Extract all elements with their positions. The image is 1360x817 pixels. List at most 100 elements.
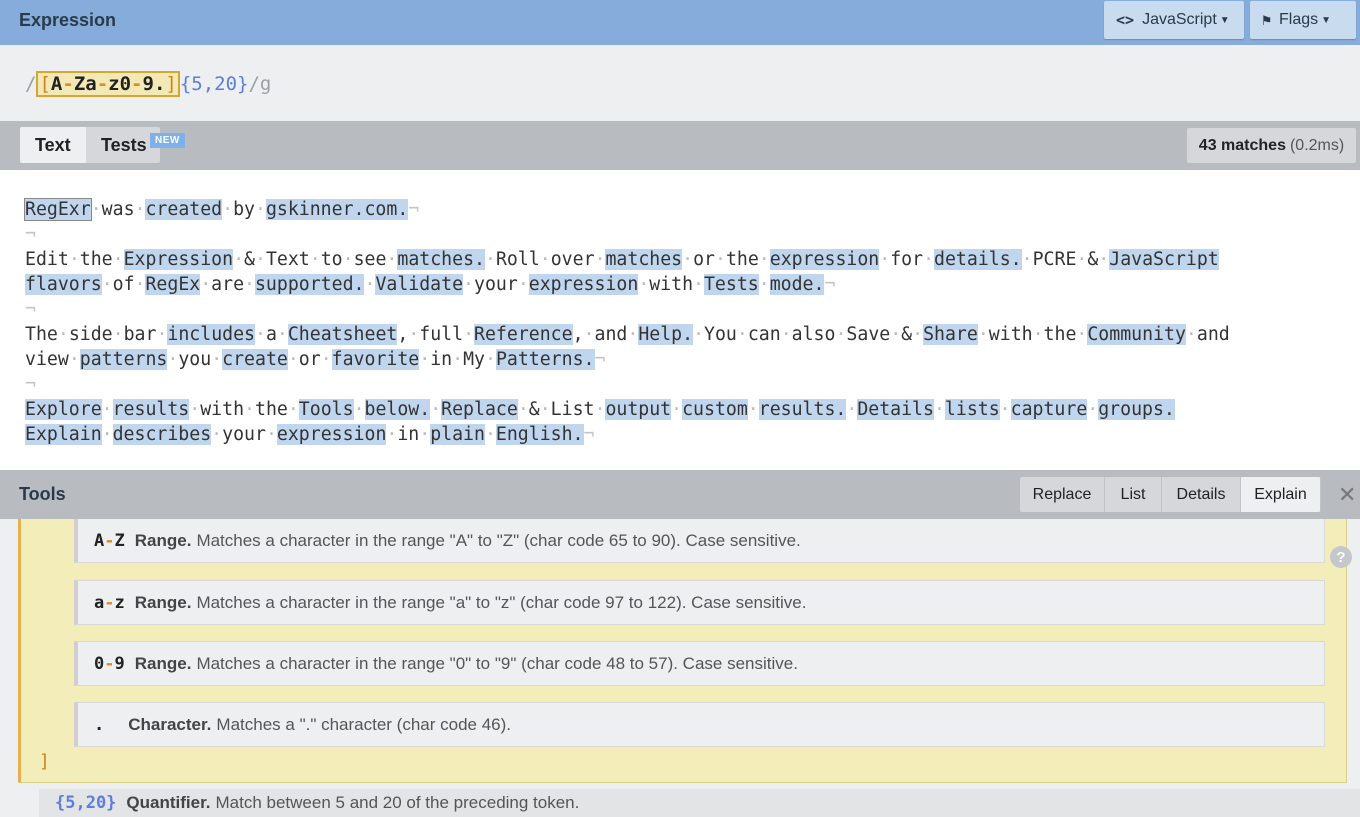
match-highlight[interactable]: create [222, 349, 288, 370]
match-highlight[interactable]: English. [495, 424, 584, 445]
match-highlight[interactable]: describes [112, 424, 212, 445]
explain-title: Range. [134, 530, 192, 550]
explain-item[interactable]: . Character. Matches a "." character (ch… [74, 702, 1325, 747]
set-open-bracket: [ [39, 73, 51, 95]
text-line: ¬ [25, 299, 36, 320]
match-highlight[interactable]: output [605, 399, 672, 420]
match-highlight[interactable]: Details [857, 399, 934, 420]
match-highlight[interactable]: Community [1087, 324, 1186, 345]
match-highlight[interactable]: Expression [123, 249, 234, 270]
help-icon[interactable]: ? [1330, 546, 1352, 568]
expression-title: Expression [19, 10, 117, 30]
explain-item[interactable]: 0-9 Range. Matches a character in the ra… [74, 641, 1325, 686]
text-line: RegExr·was·created·by·gskinner.com.¬ [24, 198, 420, 221]
match-highlight[interactable]: Explain [25, 424, 102, 445]
match-highlight[interactable]: below. [364, 399, 431, 420]
tab-list[interactable]: List [1105, 477, 1162, 512]
flavor-button[interactable]: <> JavaScript ▼ [1104, 1, 1244, 39]
explain-item[interactable]: a-z Range. Matches a character in the ra… [74, 580, 1325, 625]
explain-quantifier[interactable]: {5,20} Quantifier. Match between 5 and 2… [39, 789, 1360, 817]
match-highlight[interactable]: RegEx [145, 274, 201, 295]
match-highlight[interactable]: Replace [441, 399, 518, 420]
flag-icon: ⚑ [1262, 11, 1272, 29]
text-toolbar: Text Tests NEW 43 matches (0.2ms) [0, 121, 1360, 170]
tab-replace[interactable]: Replace [1020, 477, 1105, 512]
tab-explain[interactable]: Explain [1241, 477, 1321, 512]
flags-label: Flags [1279, 11, 1319, 28]
tools-toolbar: Tools Replace List Details Explain ✕ [0, 470, 1360, 519]
text-content[interactable]: RegExr·was·created·by·gskinner.com.¬ ¬ Edi… [24, 197, 1355, 447]
explain-title: Character. [128, 714, 212, 734]
match-highlight[interactable]: RegExr [24, 198, 92, 221]
match-highlight[interactable]: Validate [375, 274, 464, 295]
match-highlight[interactable]: JavaScript [1109, 249, 1219, 270]
explain-desc: Matches a "." character (char code 46). [216, 714, 512, 734]
match-highlight[interactable]: Tests [703, 274, 759, 295]
tab-tests[interactable]: Tests [86, 127, 160, 163]
match-highlight[interactable]: results [112, 399, 190, 420]
character-set[interactable]: [A-Za-z0-9.] [36, 71, 180, 97]
match-highlight[interactable]: plain [430, 424, 485, 445]
explain-item[interactable]: A-Z Range. Matches a character in the ra… [74, 519, 1325, 563]
text-line: Explore·results·with·the·Tools·below.·Re… [25, 399, 1175, 420]
match-highlight[interactable]: Cheatsheet [287, 324, 398, 345]
match-highlight[interactable]: groups. [1098, 399, 1175, 420]
match-highlight[interactable]: Share [923, 324, 978, 345]
text-line: Edit·the·Expression·&·Text·to·see·matche… [25, 249, 1219, 270]
expression-quantifier[interactable]: {5,20} [180, 73, 249, 95]
tools-title: Tools [19, 484, 66, 504]
match-highlight[interactable]: Reference [474, 324, 573, 345]
match-highlight[interactable]: matches [605, 249, 683, 270]
explain-token: A-Z [94, 530, 125, 551]
set-close-bracket: ] [39, 751, 50, 772]
set-close-bracket: ] [165, 73, 177, 95]
caret-down-icon: ▼ [1219, 14, 1230, 26]
match-highlight[interactable]: expression [528, 274, 639, 295]
match-highlight[interactable]: Tools [298, 399, 354, 420]
expression-editor[interactable]: / [A-Za-z0-9.] {5,20} /g [0, 45, 1360, 121]
explain-desc: Match between 5 and 20 of the preceding … [215, 793, 580, 812]
text-line: Explain·describes·your·expression·in·pla… [25, 424, 595, 445]
explain-title: Quantifier. [126, 793, 211, 812]
match-highlight[interactable]: custom [682, 399, 748, 420]
match-highlight[interactable]: capture [1010, 399, 1088, 420]
text-line: The·side·bar·includes·a·Cheatsheet,·full… [25, 324, 1230, 345]
match-highlight[interactable]: expression [769, 249, 880, 270]
match-count-badge: 43 matches (0.2ms) [1187, 128, 1356, 163]
range-dash: - [131, 73, 143, 95]
match-highlight[interactable]: mode. [769, 274, 825, 295]
match-highlight[interactable]: expression [276, 424, 387, 445]
range-token: A [50, 73, 63, 95]
range-dash: - [96, 73, 109, 95]
set-indicator [18, 519, 21, 782]
match-highlight[interactable]: gskinner.com. [265, 199, 409, 220]
match-highlight[interactable]: matches. [397, 249, 485, 270]
flavor-label: JavaScript [1142, 11, 1217, 28]
match-highlight[interactable]: Patterns. [495, 349, 595, 370]
flags-button[interactable]: ⚑ Flags ▼ [1250, 1, 1356, 39]
match-highlight[interactable]: details. [934, 249, 1022, 270]
match-highlight[interactable]: supported. [254, 274, 365, 295]
explain-title: Range. [134, 592, 192, 612]
match-highlight[interactable]: Explore [25, 399, 102, 420]
text-editor[interactable]: RegExr·was·created·by·gskinner.com.¬ ¬ Edi… [0, 170, 1360, 470]
tab-details[interactable]: Details [1162, 477, 1241, 512]
match-highlight[interactable]: patterns [79, 349, 168, 370]
close-icon[interactable]: ✕ [1338, 482, 1356, 508]
match-highlight[interactable]: results. [758, 399, 847, 420]
explain-title: Range. [134, 653, 192, 673]
match-highlight[interactable]: Help. [638, 324, 694, 345]
code-icon: <> [1116, 11, 1135, 29]
text-line: ¬ [25, 374, 36, 395]
expression-text[interactable]: / [A-Za-z0-9.] {5,20} /g [25, 71, 271, 97]
explain-token: {5,20} [55, 793, 117, 813]
match-highlight[interactable]: lists [944, 399, 1000, 420]
match-highlight[interactable]: favorite [331, 349, 420, 370]
match-highlight[interactable]: includes [167, 324, 255, 345]
expression-open-slash: / [25, 73, 37, 95]
tab-text[interactable]: Text [20, 127, 86, 163]
match-highlight[interactable]: flavors [25, 274, 102, 295]
explain-token: . [94, 714, 105, 735]
range-token: Za [73, 73, 97, 95]
match-highlight[interactable]: created [145, 199, 223, 220]
